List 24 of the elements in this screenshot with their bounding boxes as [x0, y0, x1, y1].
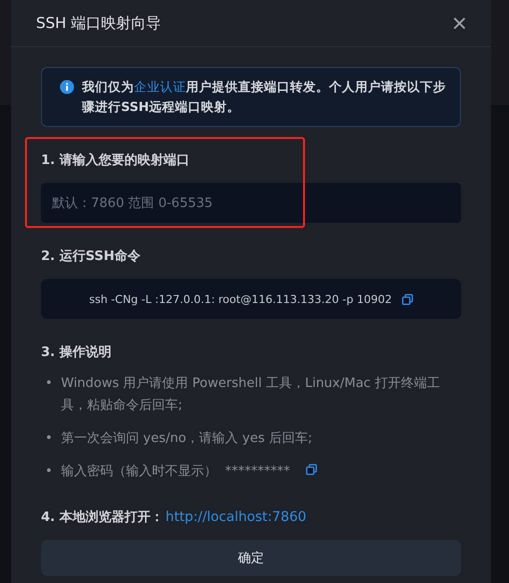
command-text: ssh -CNg -L :127.0.0.1: root@116.113.133.20 -p 10902 — [89, 292, 392, 306]
password-mask: ********** — [225, 464, 290, 479]
bullet: • — [45, 375, 54, 393]
notice-text: 我们仅为企业认证用户提供直接端口转发。个人用户请按以下步骤进行SSH远程端口映射。 — [82, 78, 446, 116]
instruction-text: Windows 用户请使用 Powershell 工具，Linux/Mac 打开终端工具，粘贴命令后回车; — [61, 376, 440, 413]
bullet: • — [45, 430, 54, 448]
copy-icon — [306, 464, 317, 475]
step-heading: 4. 本地浏览器打开： — [41, 508, 164, 526]
instruction-text: 输入密码（输入时不显示） — [61, 464, 217, 479]
close-button[interactable]: × — [452, 10, 467, 36]
copy-icon — [402, 294, 413, 304]
copy-button[interactable] — [402, 294, 413, 304]
step-heading: 3. 操作说明 — [41, 344, 113, 361]
copy-button[interactable] — [306, 464, 317, 475]
dialog-title: SSH 端口映射向导 — [36, 14, 162, 32]
step-heading: 2. 运行SSH命令 — [41, 248, 142, 265]
localhost-link[interactable]: http://localhost:7860 — [166, 509, 306, 525]
info-icon — [60, 80, 74, 94]
step-heading: 1. 请输入您要的映射端口 — [41, 152, 191, 169]
confirm-button[interactable]: 确定 — [41, 540, 461, 576]
certification-link[interactable]: 企业认证 — [134, 79, 186, 94]
instruction-text: 第一次会询问 yes/no，请输入 yes 后回车; — [61, 431, 312, 446]
port-input-field[interactable]: 默认：7860 范围 0-65535 — [41, 183, 461, 223]
bullet: • — [45, 463, 54, 481]
